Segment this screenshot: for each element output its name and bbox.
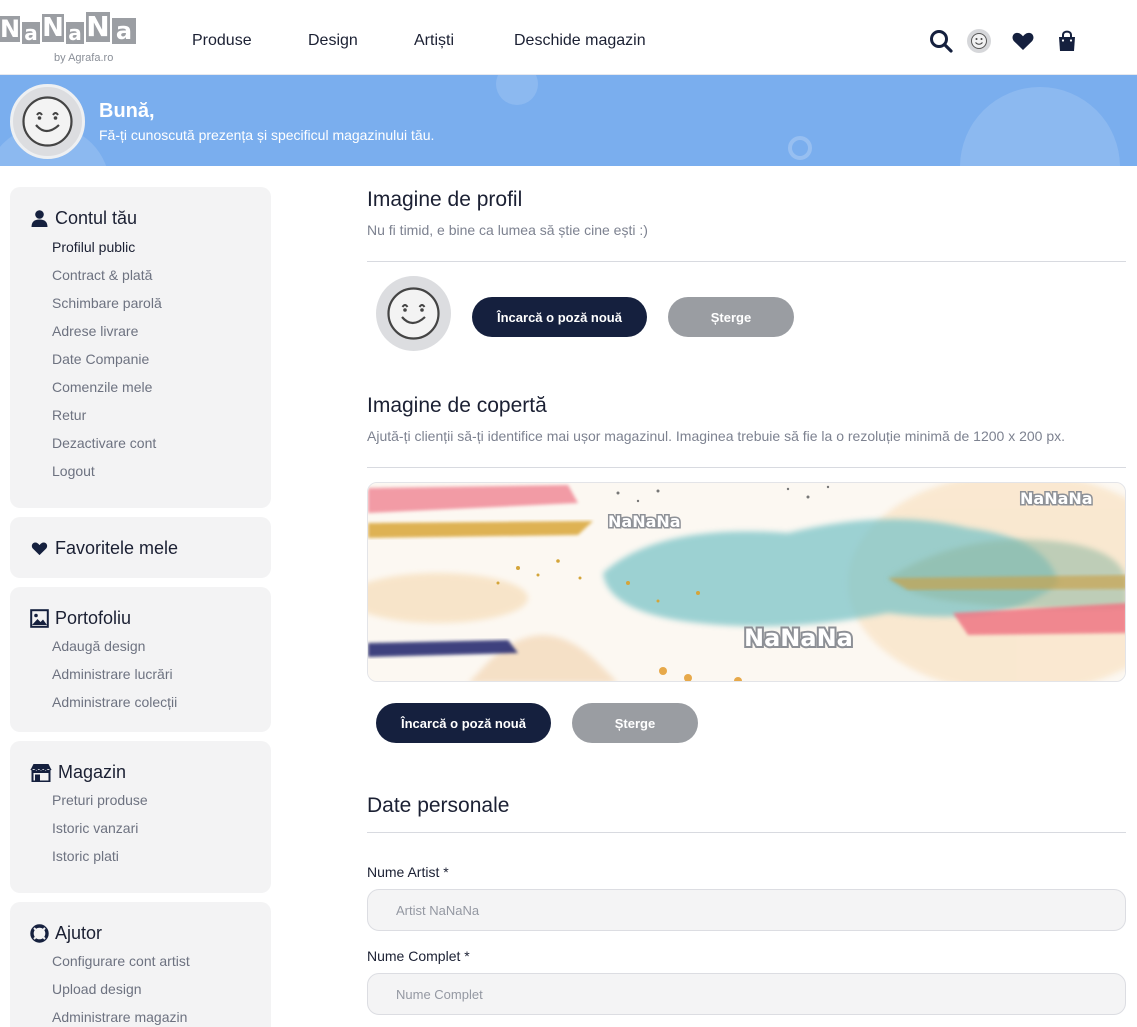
sidebar-item-upload-design[interactable]: Upload design [52,981,142,997]
sidebar-item-dezactivare-cont[interactable]: Dezactivare cont [52,435,156,451]
banner-decoration [960,87,1120,166]
store-icon [30,764,52,782]
nanana-logo[interactable]: N a N a N a by Agrafa.ro [0,6,140,66]
main-nav: Produse Design Artiști Deschide magazin [192,32,646,50]
portfolio-card: Portofoliu Adaugă design Administrare lu… [10,587,271,732]
artist-name-label: Nume Artist * [367,864,449,880]
sidebar-item-administrare-colectii[interactable]: Administrare colecții [52,694,177,710]
sidebar-item-adrese-livrare[interactable]: Adrese livrare [52,323,138,339]
sidebar-item-date-companie[interactable]: Date Companie [52,351,149,367]
nav-deschide-magazin[interactable]: Deschide magazin [514,32,646,50]
shopping-bag-icon[interactable] [1054,28,1080,54]
sidebar-item-adauga-design[interactable]: Adaugă design [52,638,145,654]
top-header: N a N a N a by Agrafa.ro Produse Design … [0,0,1137,75]
portfolio-title-label: Portofoliu [55,608,132,628]
profile-delete-button[interactable]: Șterge [668,297,794,337]
help-card-title: Ajutor [30,923,102,944]
sidebar-item-administrare-lucrari[interactable]: Administrare lucrări [52,666,173,682]
cover-image-subtitle: Ajută-ți clienții să-ți identifice mai u… [367,428,1066,444]
avatar[interactable] [966,28,992,54]
welcome-banner: Bună, Fă-ți cunoscută prezența și specif… [0,75,1137,166]
account-card: Contul tău Profilul public Contract & pl… [10,187,271,508]
divider [367,467,1126,468]
divider [367,261,1126,262]
account-title-label: Contul tău [55,208,138,228]
personal-data-title: Date personale [367,794,510,817]
help-card: Ajutor Configurare cont artist Upload de… [10,902,271,1027]
sidebar-item-retur[interactable]: Retur [52,407,86,423]
favorites-card-title[interactable]: Favoritele mele [30,538,178,559]
profile-image-title: Imagine de profil [367,188,523,211]
nav-artisti[interactable]: Artiști [414,32,514,50]
divider [367,832,1126,833]
nav-design[interactable]: Design [308,32,414,50]
image-icon [30,609,49,628]
user-icon [31,210,48,227]
sidebar-item-contract-plata[interactable]: Contract & plată [52,267,152,283]
shop-title-label: Magazin [58,762,127,782]
lifebuoy-icon [30,924,49,943]
sidebar-item-istoric-vanzari[interactable]: Istoric vanzari [52,820,138,836]
sidebar-item-configurare-cont-artist[interactable]: Configurare cont artist [52,953,190,969]
full-name-field[interactable] [367,973,1126,1015]
banner-greeting: Bună, [99,100,155,122]
profile-upload-button[interactable]: Încarcă o poză nouă [472,297,647,337]
profile-avatar [376,276,451,351]
banner-decoration [496,75,538,105]
cover-watermark: NaNaNa [744,624,853,652]
cover-upload-button[interactable]: Încarcă o poză nouă [376,703,551,743]
cover-watermark: NaNaNa [1020,489,1093,508]
favorites-card[interactable]: Favoritele mele [10,517,271,578]
cover-delete-button[interactable]: Șterge [572,703,698,743]
profile-image-subtitle: Nu fi timid, e bine ca lumea să știe cin… [367,222,648,238]
banner-subtitle: Fă-ți cunoscută prezența și specificul m… [99,127,435,143]
sidebar-item-profil-public[interactable]: Profilul public [52,239,135,255]
logo-subtitle: by Agrafa.ro [54,52,114,64]
account-card-title: Contul tău [30,208,137,229]
shop-card-title: Magazin [30,762,126,783]
help-title-label: Ajutor [55,923,103,943]
portfolio-card-title: Portofoliu [30,608,131,629]
cover-watermark: NaNaNa [608,512,681,531]
shop-card: Magazin Preturi produse Istoric vanzari … [10,741,271,893]
artist-name-field[interactable] [367,889,1126,931]
sidebar-item-preturi-produse[interactable]: Preturi produse [52,792,148,808]
search-icon[interactable] [928,28,954,54]
sidebar-item-istoric-plati[interactable]: Istoric plati [52,848,119,864]
cover-image-preview: NaNaNa NaNaNa NaNaNa [367,482,1126,682]
sidebar-item-logout[interactable]: Logout [52,463,95,479]
full-name-label: Nume Complet * [367,948,470,964]
banner-decoration [788,136,812,160]
favorites-title-label: Favoritele mele [55,538,179,558]
heart-icon[interactable] [1010,28,1036,54]
sidebar-item-schimbare-parola[interactable]: Schimbare parolă [52,295,162,311]
sidebar-item-comenzile-mele[interactable]: Comenzile mele [52,379,152,395]
heart-icon [31,542,48,556]
cover-image-title: Imagine de copertă [367,394,547,417]
nav-produse[interactable]: Produse [192,32,308,50]
banner-avatar [10,84,85,159]
sidebar-item-administrare-magazin[interactable]: Administrare magazin [52,1009,187,1025]
